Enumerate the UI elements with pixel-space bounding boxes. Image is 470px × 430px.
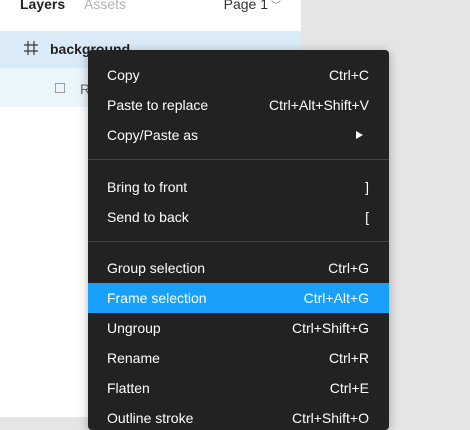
menu-item-label: Send to back <box>107 209 189 225</box>
menu-item-shortcut: Ctrl+Alt+Shift+V <box>269 97 369 113</box>
menu-item-shortcut: Ctrl+Alt+G <box>303 290 369 306</box>
menu-divider <box>88 159 389 160</box>
panel-tabs: Layers Assets Page 1 ﹀ <box>0 0 301 14</box>
tab-layers[interactable]: Layers <box>20 0 65 13</box>
menu-item-shortcut: Ctrl+Shift+G <box>291 320 369 336</box>
menu-item-copy[interactable]: Copy Ctrl+C <box>88 60 389 90</box>
menu-item-label: Flatten <box>107 380 150 396</box>
menu-item-label: Rename <box>107 350 160 366</box>
menu-item-label: Bring to front <box>107 179 188 195</box>
menu-item-label: Paste to replace <box>107 97 209 113</box>
menu-item-label: Copy <box>107 67 140 83</box>
menu-item-label: Copy/Paste as <box>107 127 199 143</box>
submenu-arrow-icon <box>356 131 363 139</box>
menu-item-rename[interactable]: Rename Ctrl+R <box>88 343 389 373</box>
menu-item-paste-to-replace[interactable]: Paste to replace Ctrl+Alt+Shift+V <box>88 90 389 120</box>
page-selector-label: Page 1 <box>223 0 268 12</box>
chevron-down-icon: ﹀ <box>271 1 281 12</box>
menu-item-shortcut: ] <box>365 179 369 195</box>
tab-assets[interactable]: Assets <box>84 0 126 13</box>
menu-item-frame-selection[interactable]: Frame selection Ctrl+Alt+G <box>88 283 389 313</box>
menu-item-shortcut: Ctrl+R <box>328 350 369 366</box>
menu-item-send-to-back[interactable]: Send to back [ <box>88 202 389 232</box>
context-menu: Copy Ctrl+C Paste to replace Ctrl+Alt+Sh… <box>88 50 389 430</box>
menu-item-shortcut: Ctrl+E <box>329 380 369 396</box>
menu-item-shortcut: Ctrl+G <box>328 260 369 276</box>
menu-item-flatten[interactable]: Flatten Ctrl+E <box>88 373 389 403</box>
menu-item-label: Group selection <box>107 260 206 276</box>
menu-item-bring-to-front[interactable]: Bring to front ] <box>88 172 389 202</box>
menu-item-label: Frame selection <box>107 290 207 306</box>
menu-item-label: Ungroup <box>107 320 161 336</box>
rectangle-icon <box>55 83 65 93</box>
page-selector[interactable]: Page 1 ﹀ <box>224 0 281 16</box>
menu-item-copy-paste-as[interactable]: Copy/Paste as <box>88 120 389 150</box>
menu-item-shortcut: Ctrl+C <box>328 67 369 83</box>
menu-divider <box>88 241 389 242</box>
menu-item-shortcut: [ <box>365 209 369 225</box>
menu-item-ungroup[interactable]: Ungroup Ctrl+Shift+G <box>88 313 389 343</box>
frame-icon <box>24 41 38 55</box>
menu-item-group-selection[interactable]: Group selection Ctrl+G <box>88 253 389 283</box>
